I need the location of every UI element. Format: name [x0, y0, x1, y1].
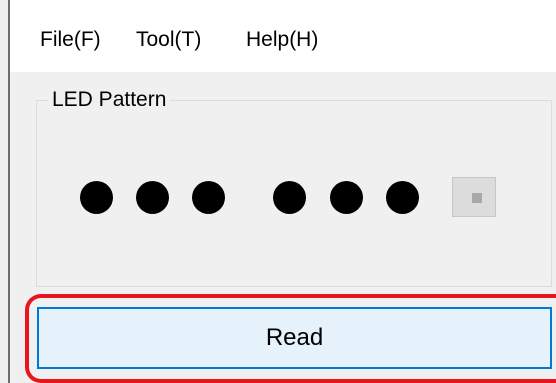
led-1: [80, 181, 113, 214]
led-4: [273, 181, 306, 214]
menu-tool[interactable]: Tool(T): [136, 28, 201, 52]
menu-file[interactable]: File(F): [40, 28, 101, 52]
app-window: File(F) Tool(T) Help(H) LED Pattern Read: [0, 0, 556, 383]
led-5: [330, 181, 363, 214]
led-6: [386, 181, 419, 214]
menu-bar: File(F) Tool(T) Help(H): [10, 0, 556, 72]
stop-button[interactable]: [452, 177, 496, 217]
menu-help[interactable]: Help(H): [246, 28, 318, 52]
stop-icon: [472, 193, 482, 203]
read-button[interactable]: Read: [37, 307, 552, 369]
led-pattern-title: LED Pattern: [48, 87, 171, 113]
led-2: [136, 181, 169, 214]
led-3: [192, 181, 225, 214]
